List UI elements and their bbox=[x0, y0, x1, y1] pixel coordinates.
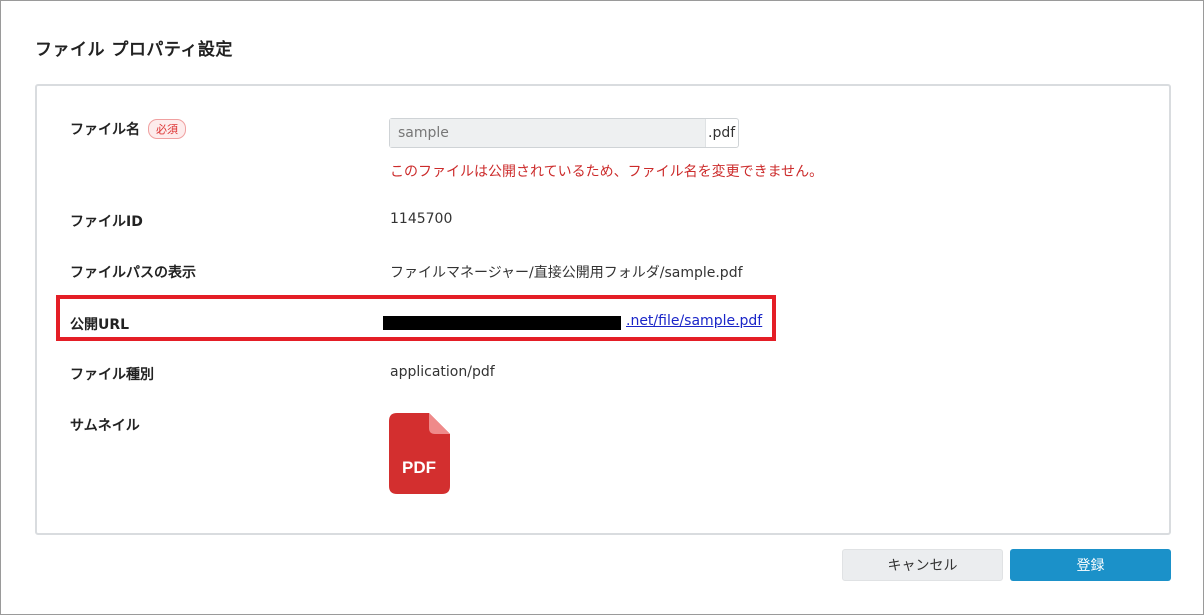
file-type-label: ファイル種別 bbox=[70, 367, 154, 383]
filename-input[interactable] bbox=[390, 119, 706, 147]
filename-label: ファイル名 bbox=[70, 122, 140, 138]
thumbnail-label: サムネイル bbox=[70, 418, 140, 434]
redacted-domain bbox=[383, 316, 621, 330]
properties-panel: ファイル名必須 .pdf このファイルは公開されているため、ファイル名を変更でき… bbox=[35, 84, 1171, 535]
pdf-file-icon: PDF bbox=[389, 413, 450, 494]
required-badge: 必須 bbox=[148, 119, 186, 139]
pdf-icon-text: PDF bbox=[402, 458, 436, 477]
file-id-value: 1145700 bbox=[390, 211, 453, 227]
file-type-value: application/pdf bbox=[390, 364, 495, 380]
pdf-file-icon-graphic: PDF bbox=[389, 413, 450, 494]
file-id-label: ファイルID bbox=[70, 214, 143, 230]
filename-field: .pdf bbox=[389, 118, 739, 148]
public-url-label: 公開URL bbox=[70, 317, 130, 333]
cancel-button[interactable]: キャンセル bbox=[842, 549, 1003, 581]
file-properties-dialog: ファイル プロパティ設定 ファイル名必須 .pdf このファイルは公開されている… bbox=[0, 0, 1204, 615]
file-path-label: ファイルパスの表示 bbox=[70, 265, 196, 281]
public-url-link[interactable]: .net/file/sample.pdf bbox=[626, 313, 762, 329]
filename-label-row: ファイル名 必須 bbox=[70, 119, 186, 139]
file-path-value: ファイルマネージャー/直接公開用フォルダ/sample.pdf bbox=[390, 265, 743, 281]
filename-extension: .pdf bbox=[708, 125, 736, 141]
filename-error-message: このファイルは公開されているため、ファイル名を変更できません。 bbox=[390, 164, 824, 180]
dialog-title: ファイル プロパティ設定 bbox=[35, 40, 233, 60]
submit-button[interactable]: 登録 bbox=[1010, 549, 1171, 581]
